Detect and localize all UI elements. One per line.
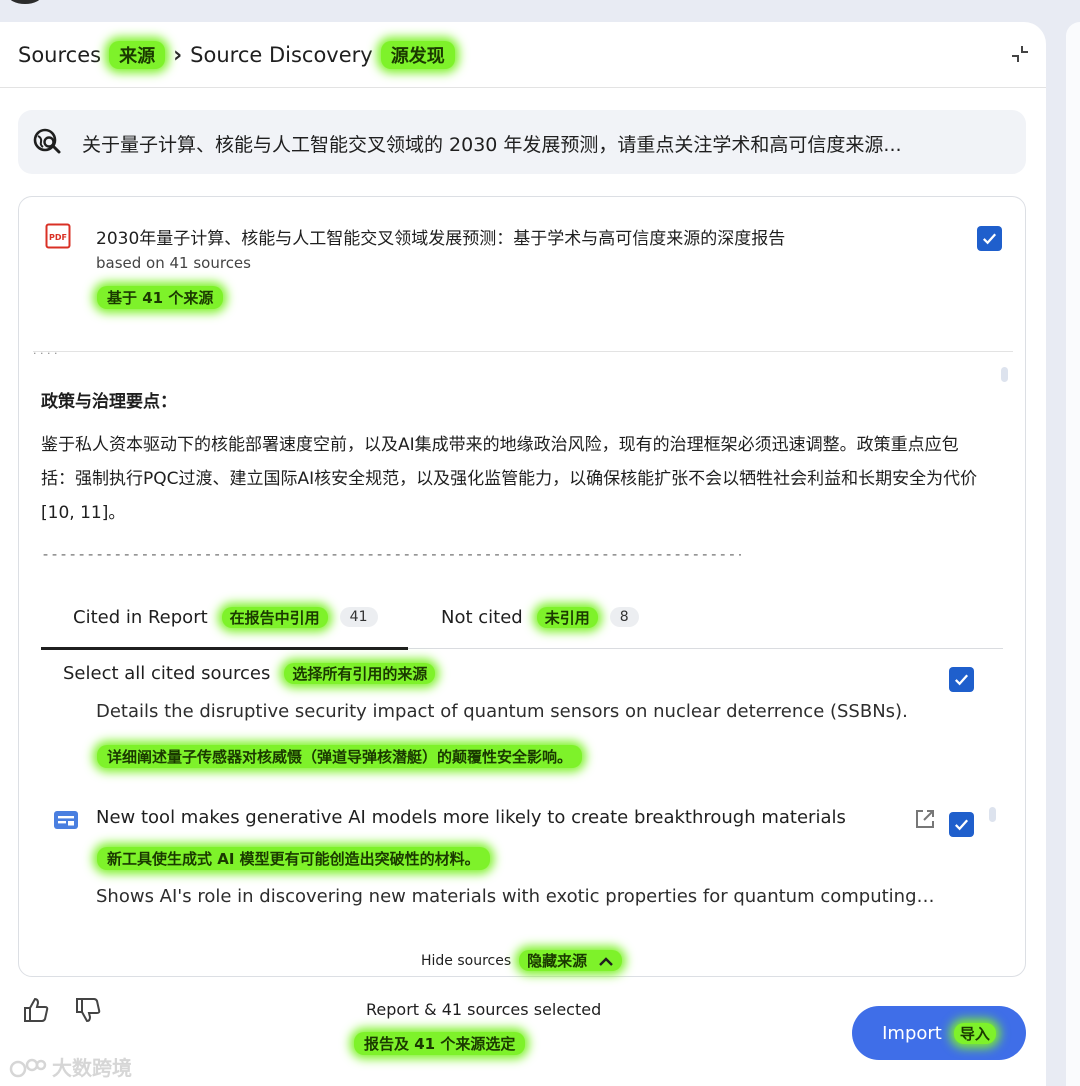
- source-description: Details the disruptive security impact o…: [96, 701, 908, 722]
- watermark-logo-icon: [9, 1058, 47, 1077]
- report-title: 2030年量子计算、核能与人工智能交叉领域发展预测：基于学术与高可信度来源的深度…: [96, 229, 786, 249]
- check-icon: [954, 819, 969, 831]
- tab-label-translation: 在报告中引用: [221, 606, 328, 628]
- article-icon: [54, 811, 78, 829]
- source-title[interactable]: New tool makes generative AI models more…: [96, 807, 846, 828]
- selection-summary-translation: 报告及 41 个来源选定: [354, 1032, 526, 1055]
- source-description-translation: 详细阐述量子传感器对核威慑（弹道导弹核潜艇）的颠覆性安全影响。: [97, 745, 583, 768]
- tab-count-badge: 8: [609, 607, 639, 627]
- sources-scrollbar[interactable]: [989, 807, 996, 822]
- report-sources-count: based on 41 sources: [96, 254, 251, 272]
- preview-scrollbar[interactable]: [1001, 367, 1008, 382]
- thumbs-up-icon[interactable]: [22, 996, 50, 1024]
- avatar-fragment: [8, 0, 42, 4]
- preview-separator: ----------------------------------------…: [41, 545, 741, 563]
- source-title-translation: 新工具使生成式 AI 模型更有可能创造出突破性的材料。: [97, 847, 490, 870]
- tab-label: Cited in Report: [73, 606, 208, 628]
- research-query-box[interactable]: 关于量子计算、核能与人工智能交叉领域的 2030 年发展预测，请重点关注学术和高…: [18, 110, 1026, 174]
- breadcrumb: Sources 来源 › Source Discovery 源发现: [18, 41, 455, 69]
- breadcrumb-source-discovery-translation: 源发现: [380, 41, 455, 69]
- breadcrumb-source-discovery: Source Discovery: [190, 43, 373, 67]
- adjacent-panel-edge: [1066, 22, 1080, 1086]
- watermark-text: 大数跨境: [52, 1056, 132, 1080]
- tab-cited-in-report[interactable]: Cited in Report 在报告中引用 41: [73, 585, 378, 649]
- hide-sources-label: Hide sources: [421, 952, 512, 969]
- chevron-up-icon: [599, 956, 614, 966]
- hide-sources-translation-text: 隐藏来源: [527, 952, 588, 970]
- card-divider: [33, 351, 1013, 352]
- selection-summary: Report & 41 sources selected: [366, 1000, 602, 1019]
- select-all-label: Select all cited sources: [63, 663, 271, 684]
- pdf-icon: PDF: [45, 223, 71, 249]
- source-checkbox[interactable]: [949, 812, 974, 837]
- open-in-new-icon[interactable]: [913, 807, 937, 831]
- collapse-icon[interactable]: [1010, 44, 1030, 64]
- tab-not-cited[interactable]: Not cited 未引用 8: [441, 585, 639, 649]
- hide-sources-button[interactable]: Hide sources 隐藏来源: [421, 950, 623, 971]
- thumbs-down-icon[interactable]: [74, 996, 102, 1024]
- check-icon: [982, 233, 997, 245]
- tab-label-translation: 未引用: [536, 606, 598, 628]
- report-checkbox[interactable]: [977, 226, 1002, 251]
- select-all-checkbox[interactable]: [949, 667, 974, 692]
- import-label-translation: 导入: [953, 1022, 996, 1044]
- breadcrumb-sources[interactable]: Sources: [18, 43, 101, 67]
- sources-tabs: Cited in Report 在报告中引用 41 Not cited 未引用 …: [41, 585, 1003, 650]
- tab-count-badge: 41: [339, 607, 378, 627]
- report-sources-count-translation: 基于 41 个来源: [97, 286, 224, 309]
- select-all-label-translation: 选择所有引用的来源: [284, 663, 436, 684]
- source-discovery-panel: Sources 来源 › Source Discovery 源发现 关于量子计算…: [0, 22, 1046, 1086]
- search-globe-icon: [33, 128, 61, 154]
- preview-body: 鉴于私人资本驱动下的核能部署速度空前，以及AI集成带来的地缘政治风险，现有的治理…: [41, 435, 978, 523]
- scrolled-text-fragment: · · · ·: [33, 347, 58, 360]
- report-sources-card: PDF 2030年量子计算、核能与人工智能交叉领域发展预测：基于学术与高可信度来…: [18, 196, 1026, 977]
- tab-label: Not cited: [441, 606, 523, 628]
- active-tab-indicator: [41, 647, 408, 650]
- check-icon: [954, 674, 969, 686]
- research-query-text: 关于量子计算、核能与人工智能交叉领域的 2030 年发展预测，请重点关注学术和高…: [82, 134, 902, 156]
- import-button[interactable]: Import 导入: [852, 1006, 1026, 1060]
- source-description: Shows AI's role in discovering new mater…: [96, 886, 936, 907]
- preview-heading: 政策与治理要点：: [41, 392, 177, 412]
- watermark: 大数跨境: [8, 1052, 132, 1081]
- chevron-right-icon: ›: [173, 42, 183, 68]
- svg-text:PDF: PDF: [49, 233, 67, 242]
- select-all-row[interactable]: Select all cited sources 选择所有引用的来源: [63, 663, 436, 684]
- breadcrumb-sources-translation: 来源: [109, 41, 166, 69]
- import-label: Import: [882, 1022, 942, 1044]
- hide-sources-label-translation: 隐藏来源: [519, 950, 623, 971]
- panel-header: Sources 来源 › Source Discovery 源发现: [0, 22, 1046, 88]
